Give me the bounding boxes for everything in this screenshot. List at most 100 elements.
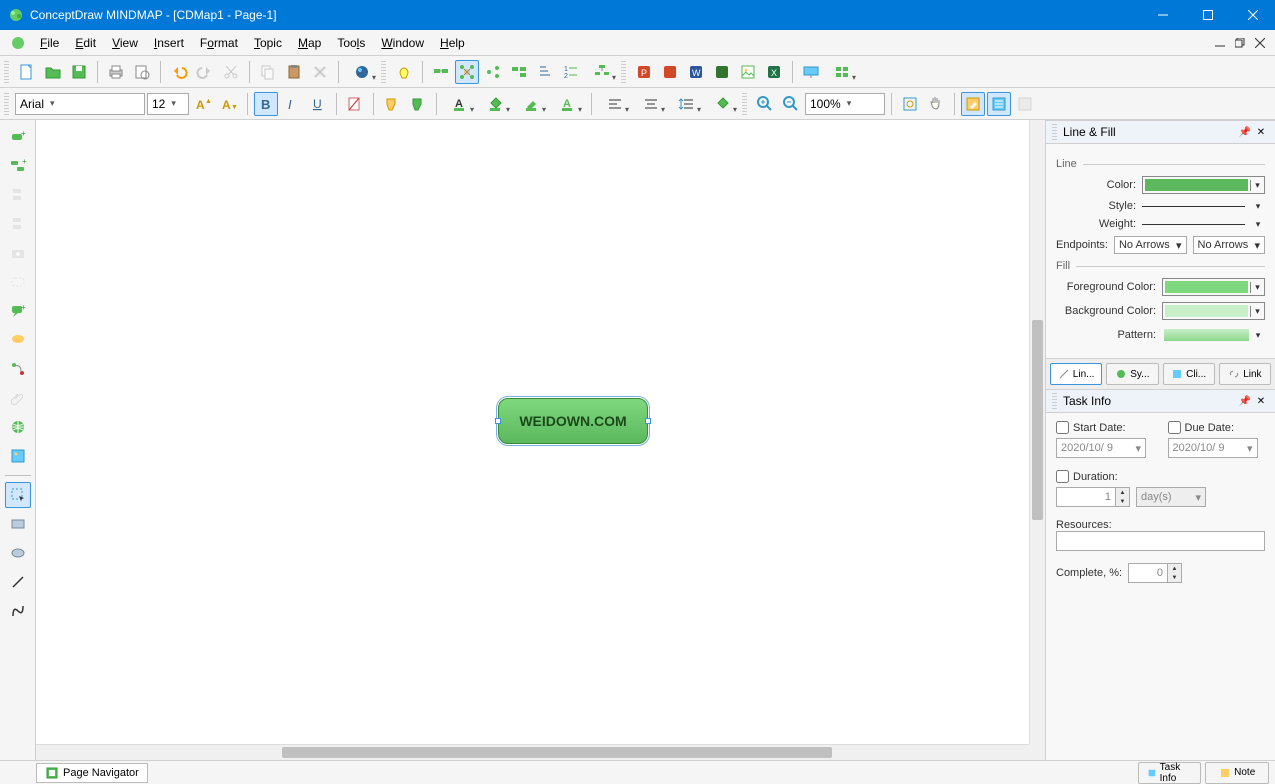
increase-font-button[interactable]: A▲ [191,92,215,116]
redo-button[interactable] [193,60,217,84]
mdi-minimize-button[interactable] [1211,35,1229,51]
numbering-button[interactable]: 12 [559,60,583,84]
tab-line[interactable]: Lin... [1050,363,1102,385]
resources-input[interactable] [1056,531,1265,551]
bold-button[interactable]: B [254,92,278,116]
add-callout-button[interactable] [507,60,531,84]
print-button[interactable] [104,60,128,84]
export-ppt-button[interactable]: P [632,60,656,84]
tab-symbols[interactable]: Sy... [1106,363,1158,385]
line-tool-icon[interactable] [5,569,31,595]
page-navigator-tab[interactable]: Page Navigator [36,763,148,783]
undo-button[interactable] [167,60,191,84]
align-button[interactable] [598,92,632,116]
menu-insert[interactable]: Insert [146,33,192,53]
zoom-in-button[interactable] [753,92,777,116]
print-preview-button[interactable] [130,60,154,84]
fg-color-swatch[interactable]: ▾ [1162,278,1265,296]
scrollbar-h-thumb[interactable] [282,747,832,758]
menu-tools[interactable]: Tools [329,33,373,53]
add-topic-button[interactable] [429,60,453,84]
line-fill-header[interactable]: Line & Fill 📌 ✕ [1046,120,1275,144]
complete-spinner[interactable]: ▲▼ [1168,563,1182,583]
toolbar-grip-5[interactable] [742,93,747,115]
maximize-button[interactable] [1185,0,1230,30]
font-color-button[interactable]: A [443,92,477,116]
pattern-swatch[interactable]: ▾ [1162,326,1265,344]
relationship-icon[interactable] [5,356,31,382]
zoom-out-button[interactable] [779,92,803,116]
menu-map[interactable]: Map [290,33,329,53]
italic-button[interactable]: I [280,92,304,116]
new-button[interactable] [15,60,39,84]
note-icon[interactable] [5,327,31,353]
duration-unit-combo[interactable]: day(s)▾ [1136,487,1206,507]
delete-button[interactable] [308,60,332,84]
duration-checkbox[interactable] [1056,470,1069,483]
slideshow-button[interactable] [825,60,859,84]
font-family-combo[interactable]: Arial▾ [15,93,145,115]
add-before-icon[interactable] [5,211,31,237]
curve-tool-icon[interactable] [5,598,31,624]
line-color-swatch[interactable]: ▾ [1142,176,1265,194]
close-button[interactable] [1230,0,1275,30]
duration-input[interactable] [1056,487,1116,507]
spacing-button[interactable] [670,92,704,116]
rect-tool-icon[interactable] [5,511,31,537]
menu-topic[interactable]: Topic [246,33,290,53]
endpoint-end-combo[interactable]: No Arrows▾ [1193,236,1266,254]
scrollbar-v-thumb[interactable] [1032,320,1043,520]
menu-edit[interactable]: Edit [67,33,104,53]
add-subtopic-icon[interactable]: + [5,153,31,179]
toolbar-grip-3[interactable] [621,61,626,83]
export-proj-button[interactable] [710,60,734,84]
bg-color-swatch[interactable]: ▾ [1162,302,1265,320]
menu-view[interactable]: View [104,33,146,53]
paste-button[interactable] [282,60,306,84]
font-size-combo[interactable]: 12▾ [147,93,189,115]
start-date-checkbox[interactable] [1056,421,1069,434]
status-task-info-tab[interactable]: Task Info [1138,762,1202,784]
decrease-font-button[interactable]: A▼ [217,92,241,116]
outline-disabled-button[interactable] [1013,92,1037,116]
callout-icon[interactable]: + [5,298,31,324]
brainstorm-button[interactable] [392,60,416,84]
weight-dropdown[interactable]: ▾ [1251,219,1265,230]
task-close-icon[interactable]: ✕ [1253,393,1269,409]
pin-icon[interactable]: 📌 [1237,124,1253,140]
duration-spinner[interactable]: ▲▼ [1116,487,1130,507]
start-date-input[interactable]: 2020/10/ 9▾ [1056,438,1146,458]
panel-close-icon[interactable]: ✕ [1253,124,1269,140]
cut-button[interactable] [219,60,243,84]
scrollbar-horizontal[interactable] [36,744,1029,760]
export-ppt2-button[interactable] [658,60,682,84]
complete-input[interactable] [1128,563,1168,583]
canvas-area[interactable]: WEIDOWN.COM [36,120,1045,760]
save-button[interactable] [67,60,91,84]
resize-handle-left[interactable] [495,418,501,424]
outline-mode-button[interactable] [987,92,1011,116]
resize-handle-right[interactable] [645,418,651,424]
add-floating-button[interactable] [481,60,505,84]
mdi-restore-button[interactable] [1231,35,1249,51]
export-image-button[interactable] [736,60,760,84]
fit-button[interactable] [898,92,922,116]
underline-button[interactable]: U [306,92,330,116]
add-subtopic-button[interactable] [455,60,479,84]
sort-button[interactable] [533,60,557,84]
menu-window[interactable]: Window [373,33,432,53]
hyperlink-icon[interactable] [5,414,31,440]
pan-button[interactable] [924,92,948,116]
select-tool-icon[interactable] [5,482,31,508]
endpoint-start-combo[interactable]: No Arrows▾ [1114,236,1187,254]
toolbar-grip-2[interactable] [381,61,386,83]
camera-icon[interactable] [5,240,31,266]
copy-style-button[interactable] [380,92,404,116]
open-button[interactable] [41,60,65,84]
toolbar-grip-4[interactable] [4,93,9,115]
valign-button[interactable] [634,92,668,116]
presentation-button[interactable] [799,60,823,84]
menu-file[interactable]: File [32,33,67,53]
theme-button[interactable] [345,60,379,84]
tab-link[interactable]: Link [1219,363,1271,385]
